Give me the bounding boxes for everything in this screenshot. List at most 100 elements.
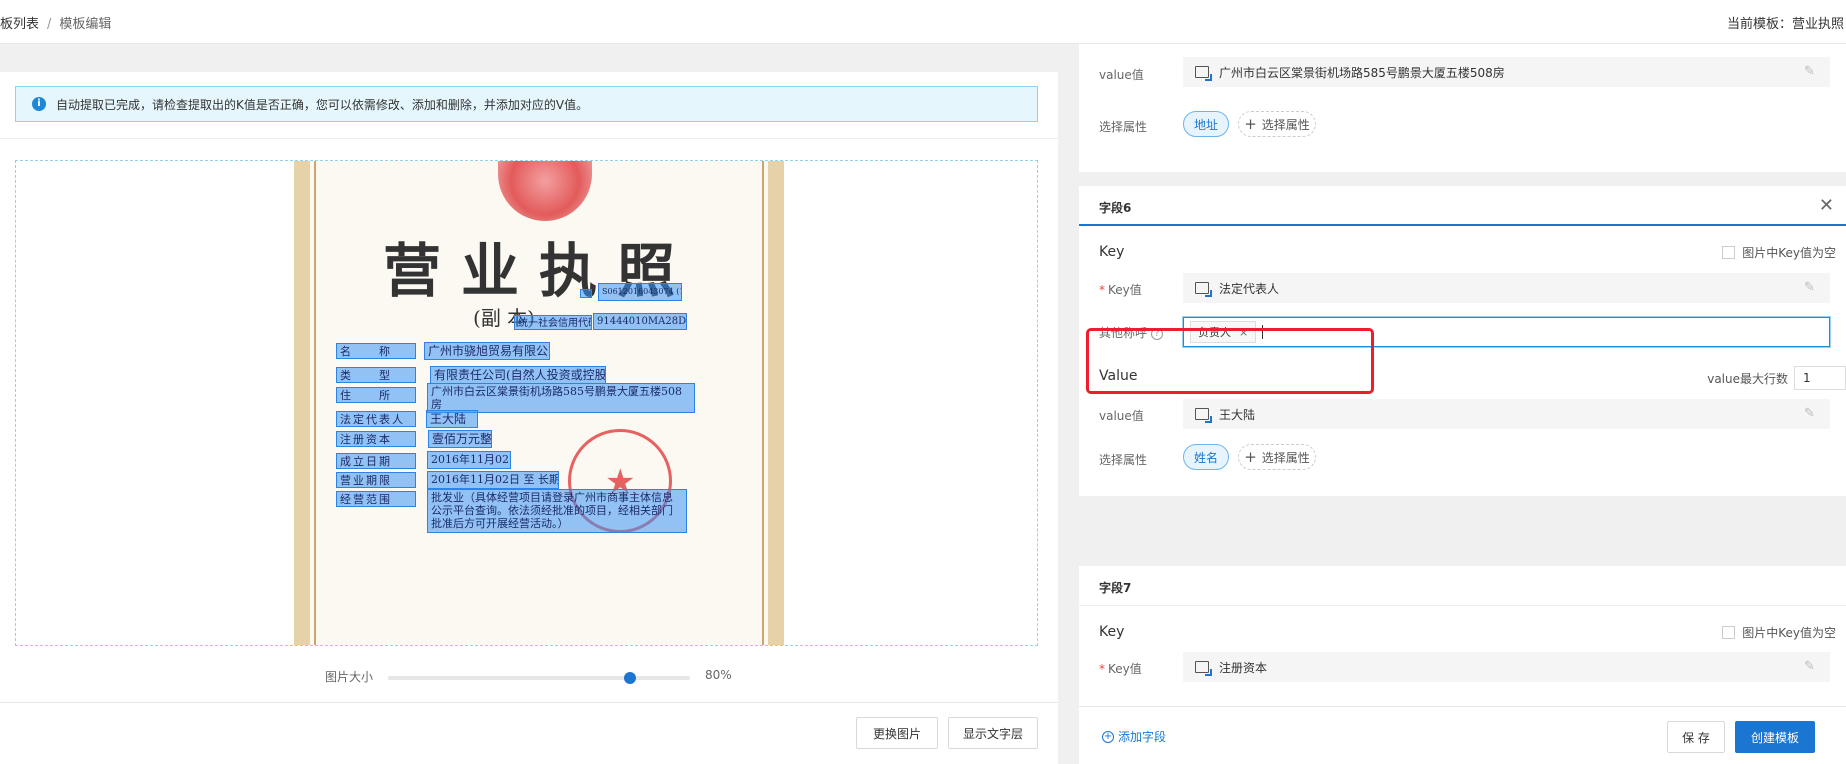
key-empty-checkbox[interactable]: 图片中Key值为空 <box>1722 624 1836 641</box>
value-text: 王大陆 <box>1219 407 1256 422</box>
replace-image-button[interactable]: 更换图片 <box>856 717 938 749</box>
breadcrumb-template-edit: 模板编辑 <box>59 17 112 32</box>
field-header: 字段7 <box>1079 566 1846 606</box>
add-field-button[interactable]: + 添加字段 <box>1102 728 1166 745</box>
ocr-value-box[interactable]: 广州市白云区棠景街机场路585号鹏景大厦五楼508房 <box>427 383 695 413</box>
slider-handle[interactable] <box>623 672 636 684</box>
fields-panel[interactable]: value值 广州市白云区棠景街机场路585号鹏景大厦五楼508房 ✎ 选择属性… <box>1063 44 1846 764</box>
ocr-value-box[interactable]: 王大陆 <box>426 410 478 428</box>
add-circle-icon: + <box>1102 730 1114 743</box>
key-field[interactable]: 注册资本 ✎ <box>1183 652 1830 682</box>
edit-icon[interactable]: ✎ <box>1804 281 1818 295</box>
key-text: 注册资本 <box>1219 660 1268 675</box>
edit-icon[interactable]: ✎ <box>1804 407 1818 421</box>
select-region-icon[interactable] <box>1195 408 1212 423</box>
checkbox-label: 图片中Key值为空 <box>1742 626 1836 640</box>
ocr-value-box[interactable]: 广州市骁旭贸易有限公司 <box>424 342 550 360</box>
image-size-value: 80% <box>705 668 732 682</box>
image-canvas[interactable]: 营业执照 (副 本) ★ S0612016043074 (1-1) 统一社会信用… <box>15 160 1038 646</box>
key-section-title: Key <box>1099 244 1125 260</box>
add-attr-button[interactable]: + 选择属性 <box>1238 444 1316 470</box>
field-header: 字段6 ✕ <box>1079 186 1846 226</box>
field-card-5: value值 广州市白云区棠景街机场路585号鹏景大厦五楼508房 ✎ 选择属性… <box>1079 44 1846 172</box>
extract-notice: i 自动提取已完成，请检查提取出的K值是否正确，您可以依需修改、添加和删除，并添… <box>15 86 1038 122</box>
checkbox-icon[interactable] <box>1722 626 1736 639</box>
select-region-icon[interactable] <box>1195 282 1212 297</box>
key-text: 法定代表人 <box>1219 281 1280 296</box>
current-template-label: 当前模板：营业执照 <box>1726 17 1844 32</box>
field-title: 字段7 <box>1099 581 1132 595</box>
checkbox-label: 图片中Key值为空 <box>1742 246 1836 260</box>
checkbox-icon[interactable] <box>1722 246 1736 259</box>
show-text-layer-button[interactable]: 显示文字层 <box>948 717 1038 749</box>
ocr-key-box[interactable]: 名 称 <box>336 343 416 359</box>
ocr-value-box[interactable]: 2016年11月02日 <box>427 451 511 469</box>
left-panel: i 自动提取已完成，请检查提取出的K值是否正确，您可以依需修改、添加和删除，并添… <box>0 72 1058 764</box>
top-bar: 板列表 / 模板编辑 当前模板：营业执照 <box>0 0 1846 44</box>
key-label: * Key值 <box>1099 662 1142 676</box>
ocr-key-box[interactable]: 住 所 <box>336 387 416 403</box>
key-label: * Key值 <box>1099 283 1142 297</box>
doc-title: 营业执照 <box>382 237 695 305</box>
image-size-label: 图片大小 <box>325 670 374 684</box>
right-footer: + 添加字段 保 存 创建模板 <box>1079 706 1846 764</box>
ocr-key-box[interactable]: 经营范围 <box>336 491 416 507</box>
plus-icon: + <box>1244 115 1257 133</box>
add-attr-label: 选择属性 <box>1261 450 1310 465</box>
value-label: value值 <box>1099 409 1144 423</box>
value-text: 广州市白云区棠景街机场路585号鹏景大厦五楼508房 <box>1219 65 1505 80</box>
select-region-icon[interactable] <box>1195 66 1212 81</box>
ocr-value-box[interactable]: 有限责任公司(自然人投资或控股) <box>430 366 606 384</box>
ocr-value-box[interactable]: 壹佰万元整 <box>428 430 492 448</box>
breadcrumb-template-list[interactable]: 板列表 <box>0 17 39 32</box>
ocr-box-credit-value[interactable]: 91444010MA28DFG092 <box>593 313 687 330</box>
edit-icon[interactable]: ✎ <box>1804 660 1818 674</box>
divider <box>0 138 1058 139</box>
select-region-icon[interactable] <box>1195 661 1212 676</box>
attr-tag-address[interactable]: 地址 <box>1183 111 1229 137</box>
key-label-text: Key值 <box>1108 662 1142 676</box>
add-attr-button[interactable]: + 选择属性 <box>1238 111 1316 137</box>
license-image: 营业执照 (副 本) ★ S0612016043074 (1-1) 统一社会信用… <box>294 161 784 645</box>
ocr-value-box[interactable]: 批发业（具体经营项目请登录广州市商事主体信息公示平台查询。依法须经批准的项目，经… <box>427 489 687 533</box>
save-button[interactable]: 保 存 <box>1667 721 1725 753</box>
value-field[interactable]: 广州市白云区棠景街机场路585号鹏景大厦五楼508房 ✎ <box>1183 57 1830 87</box>
close-icon[interactable]: ✕ <box>1819 195 1834 216</box>
info-icon: i <box>32 97 46 111</box>
ocr-box-serial[interactable]: S0612016043074 (1-1) <box>598 283 682 301</box>
add-attr-label: 选择属性 <box>1261 117 1310 132</box>
attr-label: 选择属性 <box>1099 120 1148 134</box>
ocr-value-box[interactable]: 2016年11月02日 至 长期 <box>427 471 559 489</box>
edit-icon[interactable]: ✎ <box>1804 65 1818 79</box>
ocr-key-box[interactable]: 成立日期 <box>336 453 416 469</box>
attr-tag-name[interactable]: 姓名 <box>1183 444 1229 470</box>
plus-icon: + <box>1244 448 1257 466</box>
ocr-box[interactable] <box>580 289 592 298</box>
slider-fill <box>388 676 630 680</box>
ocr-key-box[interactable]: 法定代表人 <box>336 411 416 427</box>
key-label-text: Key值 <box>1108 283 1142 297</box>
value-field[interactable]: 王大陆 ✎ <box>1183 399 1830 429</box>
ocr-key-box[interactable]: 类 型 <box>336 367 416 383</box>
key-field[interactable]: 法定代表人 ✎ <box>1183 273 1830 303</box>
breadcrumb: 板列表 / 模板编辑 <box>0 13 111 32</box>
breadcrumb-separator: / <box>47 17 52 32</box>
image-size-slider[interactable] <box>388 672 690 684</box>
ocr-key-box[interactable]: 营业期限 <box>336 472 416 488</box>
max-rows-input[interactable]: 1 <box>1794 366 1846 390</box>
image-size-control: 图片大小 80% <box>0 662 1058 692</box>
left-footer: 更换图片 显示文字层 <box>0 702 1058 764</box>
attr-label: 选择属性 <box>1099 453 1148 467</box>
ocr-box-credit-label[interactable]: 统一社会信用代码 <box>514 315 592 330</box>
max-rows-control: value最大行数 1 <box>1707 366 1846 390</box>
field-title: 字段6 <box>1099 201 1132 215</box>
highlight-annotation <box>1086 328 1374 394</box>
create-template-button[interactable]: 创建模板 <box>1735 721 1815 753</box>
max-rows-label: value最大行数 <box>1707 371 1788 386</box>
key-section-title: Key <box>1099 624 1125 640</box>
notice-text: 自动提取已完成，请检查提取出的K值是否正确，您可以依需修改、添加和删除，并添加对… <box>56 97 589 112</box>
key-empty-checkbox[interactable]: 图片中Key值为空 <box>1722 244 1836 261</box>
add-field-label: 添加字段 <box>1118 730 1167 744</box>
value-label: value值 <box>1099 68 1144 82</box>
ocr-key-box[interactable]: 注册资本 <box>336 431 416 447</box>
